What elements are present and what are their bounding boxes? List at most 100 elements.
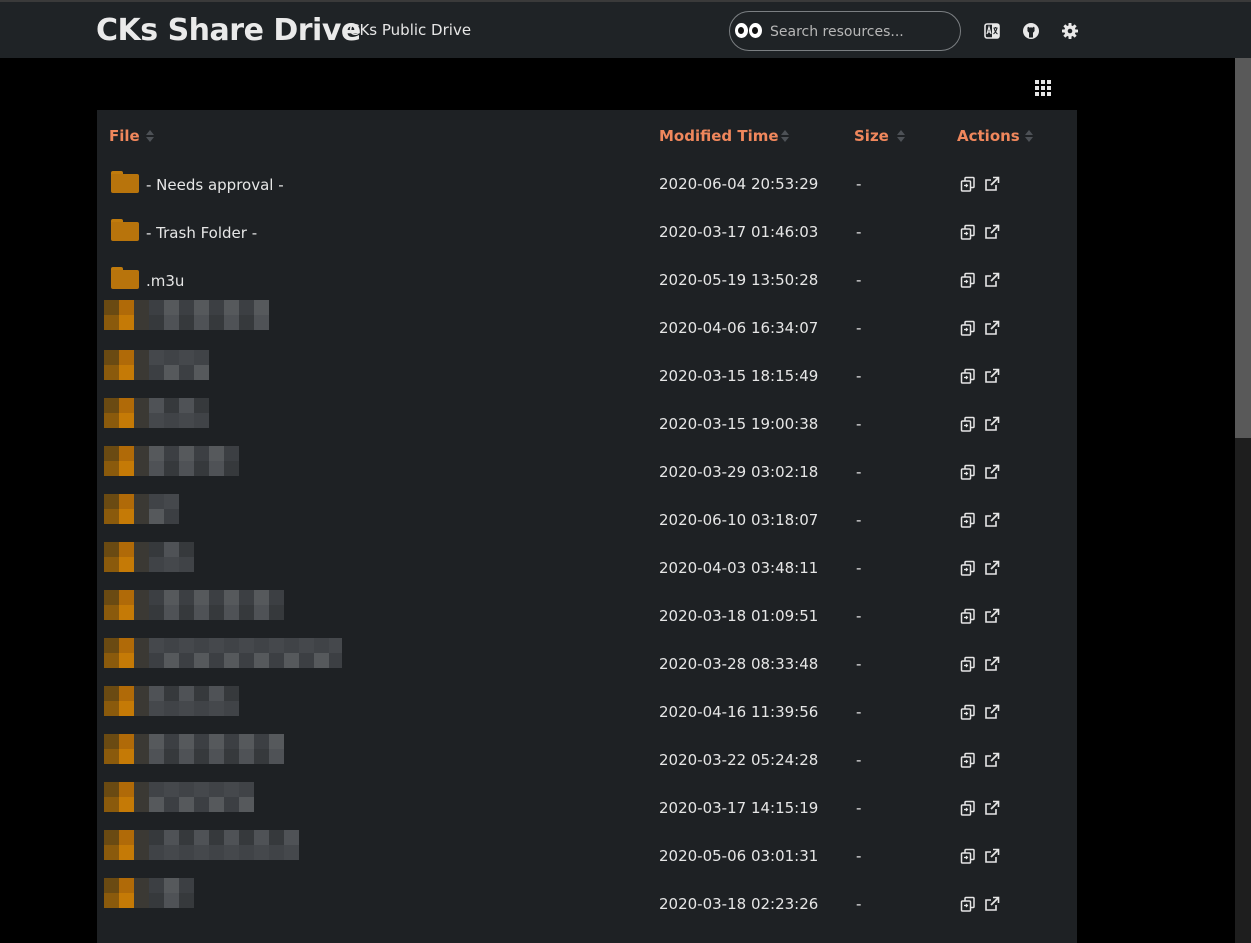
open-external-icon[interactable] <box>984 704 1000 720</box>
table-row[interactable]: - Trash Folder - 2020-03-17 01:46:03 - <box>97 211 1077 259</box>
sort-arrows-icon[interactable] <box>146 130 154 142</box>
copy-link-icon[interactable] <box>960 176 976 192</box>
modified-time-cell: 2020-04-03 03:48:11 <box>659 559 819 577</box>
redacted-file-name[interactable] <box>104 494 179 524</box>
table-row[interactable]: 2020-03-18 02:23:26 - <box>97 878 1077 931</box>
search-input[interactable] <box>768 20 957 44</box>
file-list-table: File Modified Time Size Actions - Needs … <box>97 110 1077 943</box>
open-external-icon[interactable] <box>984 560 1000 576</box>
copy-link-icon[interactable] <box>960 464 976 480</box>
sort-arrows-icon[interactable] <box>897 130 905 142</box>
redacted-file-name[interactable] <box>104 590 284 620</box>
table-row[interactable]: 2020-04-06 16:34:07 - <box>97 300 1077 355</box>
copy-link-icon[interactable] <box>960 320 976 336</box>
open-external-icon[interactable] <box>984 752 1000 768</box>
size-cell: - <box>856 703 862 721</box>
modified-time-cell: 2020-04-06 16:34:07 <box>659 319 819 337</box>
size-cell: - <box>856 463 862 481</box>
copy-link-icon[interactable] <box>960 272 976 288</box>
table-row[interactable]: - Needs approval - 2020-06-04 20:53:29 - <box>97 163 1077 211</box>
open-external-icon[interactable] <box>984 416 1000 432</box>
copy-link-icon[interactable] <box>960 704 976 720</box>
drive-name[interactable]: CKs Public Drive <box>349 21 471 39</box>
table-row[interactable]: 2020-03-22 05:24:28 - <box>97 734 1077 787</box>
settings-gear-icon[interactable] <box>1061 22 1079 40</box>
copy-link-icon[interactable] <box>960 368 976 384</box>
open-external-icon[interactable] <box>984 848 1000 864</box>
open-external-icon[interactable] <box>984 320 1000 336</box>
open-external-icon[interactable] <box>984 800 1000 816</box>
copy-link-icon[interactable] <box>960 512 976 528</box>
copy-link-icon[interactable] <box>960 608 976 624</box>
open-external-icon[interactable] <box>984 224 1000 240</box>
open-external-icon[interactable] <box>984 368 1000 384</box>
top-navbar: CKs Share Drive CKs Public Drive <box>0 0 1251 58</box>
size-cell: - <box>856 223 862 241</box>
modified-time-cell: 2020-03-22 05:24:28 <box>659 751 819 769</box>
redacted-file-name[interactable] <box>104 398 209 428</box>
open-external-icon[interactable] <box>984 512 1000 528</box>
sort-arrows-icon <box>1025 130 1033 142</box>
redacted-file-name[interactable] <box>104 830 299 860</box>
modified-time-cell: 2020-03-28 08:33:48 <box>659 655 819 673</box>
table-row[interactable]: 2020-03-28 08:33:48 - <box>97 638 1077 691</box>
column-header-modified-time[interactable]: Modified Time <box>659 127 779 145</box>
redacted-file-name[interactable] <box>104 542 194 572</box>
size-cell: - <box>856 511 862 529</box>
table-row[interactable]: 2020-06-10 03:18:07 - <box>97 494 1077 547</box>
translate-icon[interactable] <box>983 22 1001 40</box>
table-row[interactable]: 2020-03-18 01:09:51 - <box>97 590 1077 643</box>
open-external-icon[interactable] <box>984 656 1000 672</box>
table-row[interactable]: 2020-05-06 03:01:31 - <box>97 830 1077 883</box>
copy-link-icon[interactable] <box>960 224 976 240</box>
grid-view-icon[interactable] <box>1035 80 1053 96</box>
page-scrollbar-thumb[interactable] <box>1235 58 1251 438</box>
column-header-size[interactable]: Size <box>854 127 889 145</box>
table-row[interactable]: 2020-03-15 19:00:38 - <box>97 398 1077 451</box>
open-external-icon[interactable] <box>984 176 1000 192</box>
table-row[interactable]: 2020-03-15 18:15:49 - <box>97 350 1077 403</box>
size-cell: - <box>856 847 862 865</box>
copy-link-icon[interactable] <box>960 752 976 768</box>
column-header-actions: Actions <box>957 127 1020 145</box>
redacted-file-name[interactable] <box>104 300 269 330</box>
table-row[interactable]: 2020-03-29 03:02:18 - <box>97 446 1077 499</box>
open-external-icon[interactable] <box>984 464 1000 480</box>
redacted-file-name[interactable] <box>104 638 342 668</box>
table-row[interactable]: 2020-04-16 11:39:56 - <box>97 686 1077 739</box>
copy-link-icon[interactable] <box>960 656 976 672</box>
sort-arrows-icon[interactable] <box>781 130 789 142</box>
redacted-file-name[interactable] <box>104 350 209 380</box>
folder-icon <box>111 171 139 193</box>
modified-time-cell: 2020-03-17 14:15:19 <box>659 799 819 817</box>
column-header-file[interactable]: File <box>109 127 140 145</box>
modified-time-cell: 2020-06-10 03:18:07 <box>659 511 819 529</box>
copy-link-icon[interactable] <box>960 848 976 864</box>
site-title[interactable]: CKs Share Drive <box>96 13 361 48</box>
modified-time-cell: 2020-03-18 02:23:26 <box>659 895 819 913</box>
redacted-file-name[interactable] <box>104 782 254 812</box>
folder-icon <box>111 219 139 241</box>
open-external-icon[interactable] <box>984 896 1000 912</box>
redacted-file-name[interactable] <box>104 878 194 908</box>
copy-link-icon[interactable] <box>960 896 976 912</box>
open-external-icon[interactable] <box>984 608 1000 624</box>
table-row[interactable]: 2020-04-03 03:48:11 - <box>97 542 1077 595</box>
modified-time-cell: 2020-03-29 03:02:18 <box>659 463 819 481</box>
copy-link-icon[interactable] <box>960 560 976 576</box>
redacted-file-name[interactable] <box>104 446 239 476</box>
file-name-link[interactable]: .m3u <box>146 272 184 290</box>
copy-link-icon[interactable] <box>960 416 976 432</box>
open-external-icon[interactable] <box>984 272 1000 288</box>
size-cell: - <box>856 271 862 289</box>
file-name-link[interactable]: - Trash Folder - <box>146 224 257 242</box>
copy-link-icon[interactable] <box>960 800 976 816</box>
table-row[interactable]: 2020-03-17 14:15:19 - <box>97 782 1077 835</box>
modified-time-cell: 2020-05-19 13:50:28 <box>659 271 819 289</box>
file-name-link[interactable]: - Needs approval - <box>146 176 284 194</box>
github-icon[interactable] <box>1022 22 1040 40</box>
redacted-file-name[interactable] <box>104 734 284 764</box>
search-box[interactable] <box>729 11 961 51</box>
redacted-file-name[interactable] <box>104 686 239 716</box>
size-cell: - <box>856 175 862 193</box>
